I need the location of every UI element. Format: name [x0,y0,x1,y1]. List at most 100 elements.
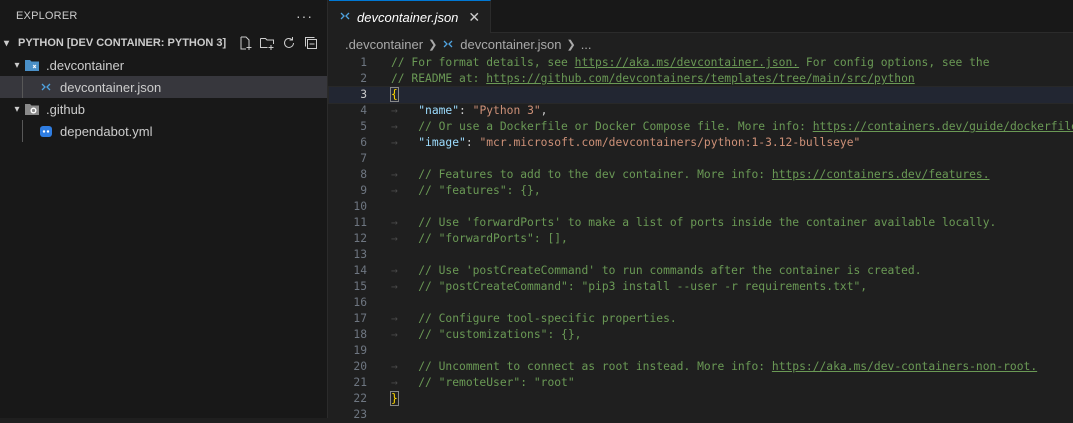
chevron-down-icon: ▾ [4,37,10,49]
code-line[interactable]: 10 [329,199,1073,215]
code-line[interactable]: 11 → // Use 'forwardPorts' to make a list… [329,215,1073,231]
line-number: 3 [360,88,367,101]
line-number: 1 [360,56,367,69]
workspace-title: PYTHON [DEV CONTAINER: PYTHON 3] [18,37,227,49]
chevron-right-icon: ❯ [566,38,576,51]
code-line[interactable]: 5 → // Or use a Dockerfile or Docker Comp… [329,119,1073,135]
code-line[interactable]: 6 → "image": "mcr.microsoft.com/devcontai… [329,135,1073,151]
line-number: 11 [353,216,367,229]
line-number: 21 [353,376,367,389]
breadcrumb: .devcontainer ❯ devcontainer.json ❯ ... [329,33,1073,55]
line-number: 17 [353,312,367,325]
code-line-text: → // Or use a Dockerfile or Docker Compo… [391,120,1073,133]
line-number: 2 [360,72,367,85]
code-line[interactable]: 20 → // Uncomment to connect as root inst… [329,359,1073,375]
tree-item-github-folder[interactable]: ▾ .github [0,98,327,120]
line-number: 9 [360,184,367,197]
code-line[interactable]: 3{ [328,86,1073,104]
tree-item-devcontainer-json[interactable]: devcontainer.json [0,76,327,98]
code-line[interactable]: 1 // For format details, see https://aka.… [329,55,1073,71]
code-line-text: → // Features to add to the dev containe… [391,168,990,181]
explorer-sidebar: EXPLORER ··· ▾ PYTHON [DEV CONTAINER: PY… [0,0,328,418]
line-number: 7 [360,152,367,165]
more-actions-icon[interactable]: ··· [296,8,313,24]
github-folder-icon [24,101,40,117]
tab-bar: devcontainer.json ✕ [329,0,1073,33]
breadcrumb-more[interactable]: ... [581,37,592,52]
code-line-text: → // Use 'postCreateCommand' to run comm… [391,264,922,277]
workspace-section-header[interactable]: ▾ PYTHON [DEV CONTAINER: PYTHON 3] [0,32,327,54]
line-number: 8 [360,168,367,181]
code-line-text: → // "remoteUser": "root" [391,376,575,389]
code-line-text: → "name": "Python 3", [391,104,548,117]
tab-label: devcontainer.json [357,9,459,25]
code-editor[interactable]: 1 // For format details, see https://aka.… [328,55,1073,423]
tree-item-label: .devcontainer [46,57,125,73]
code-line[interactable]: 21 → // "remoteUser": "root" [329,375,1073,391]
line-number: 22 [353,392,367,405]
code-line-text: → // "forwardPorts": [], [391,232,568,245]
tree-item-dependabot-yml[interactable]: dependabot.yml [0,120,327,142]
new-folder-icon[interactable] [259,35,275,51]
code-line[interactable]: 12 → // "forwardPorts": [], [329,231,1073,247]
line-number: 18 [353,328,367,341]
tree-item-label: devcontainer.json [60,79,162,95]
dependabot-icon [38,123,54,139]
code-line-text: → // Use 'forwardPorts' to make a list o… [391,216,997,229]
code-line[interactable]: 2 // README at: https://github.com/devcon… [329,71,1073,87]
devcontainer-folder-icon [24,57,40,73]
indent-guide [22,120,23,142]
code-line-text: → "image": "mcr.microsoft.com/devcontain… [391,136,861,149]
code-line[interactable]: 22} [329,391,1073,407]
line-number: 20 [353,360,367,373]
code-line[interactable]: 19 [329,343,1073,359]
code-line-text: } [390,391,399,406]
line-number: 4 [360,104,367,117]
code-line-text: // For format details, see https://aka.m… [391,56,990,69]
breadcrumb-file[interactable]: devcontainer.json [460,37,561,52]
line-number: 23 [353,408,367,421]
code-line[interactable]: 14 → // Use 'postCreateCommand' to run co… [329,263,1073,279]
line-number: 15 [353,280,367,293]
explorer-title: EXPLORER [16,10,78,22]
code-line[interactable]: 15 → // "postCreateCommand": "pip3 instal… [329,279,1073,295]
line-number: 6 [360,136,367,149]
new-file-icon[interactable] [237,35,253,51]
code-line[interactable]: 4 → "name": "Python 3", [329,103,1073,119]
remote-json-icon [38,79,54,95]
code-line[interactable]: 8 → // Features to add to the dev contain… [329,167,1073,183]
code-line-text: // README at: https://github.com/devcont… [391,72,915,85]
code-line[interactable]: 13 [329,247,1073,263]
line-number: 12 [353,232,367,245]
explorer-header: EXPLORER ··· [0,0,327,32]
code-line[interactable]: 18 → // "customizations": {}, [329,327,1073,343]
code-line-text: → // "features": {}, [391,184,541,197]
collapse-all-icon[interactable] [303,35,319,51]
remote-json-icon [339,10,351,25]
close-icon[interactable]: ✕ [468,9,480,26]
refresh-icon[interactable] [281,35,297,51]
chevron-right-icon: ❯ [428,38,438,51]
tree-item-label: dependabot.yml [60,123,153,139]
breadcrumb-folder[interactable]: .devcontainer [345,37,423,52]
line-number: 5 [360,120,367,133]
code-line-text: → // Uncomment to connect as root instea… [391,360,1038,373]
line-number: 14 [353,264,367,277]
line-number: 19 [353,344,367,357]
code-line[interactable]: 17 → // Configure tool-specific propertie… [329,311,1073,327]
chevron-down-icon: ▾ [14,103,20,115]
code-line-text: → // "customizations": {}, [391,328,582,341]
tab-devcontainer-json[interactable]: devcontainer.json ✕ [329,0,492,33]
code-line[interactable]: 23 [329,407,1073,423]
code-line[interactable]: 9 → // "features": {}, [329,183,1073,199]
line-number: 10 [353,200,367,213]
indent-guide [22,76,23,98]
line-number: 13 [353,248,367,261]
code-line-text: → // Configure tool-specific properties. [391,312,677,325]
remote-json-icon [442,38,454,50]
code-line[interactable]: 7 [329,151,1073,167]
line-number: 16 [353,296,367,309]
tree-item-devcontainer-folder[interactable]: ▾ .devcontainer [0,54,327,76]
code-line[interactable]: 16 [329,295,1073,311]
chevron-down-icon: ▾ [14,59,20,71]
